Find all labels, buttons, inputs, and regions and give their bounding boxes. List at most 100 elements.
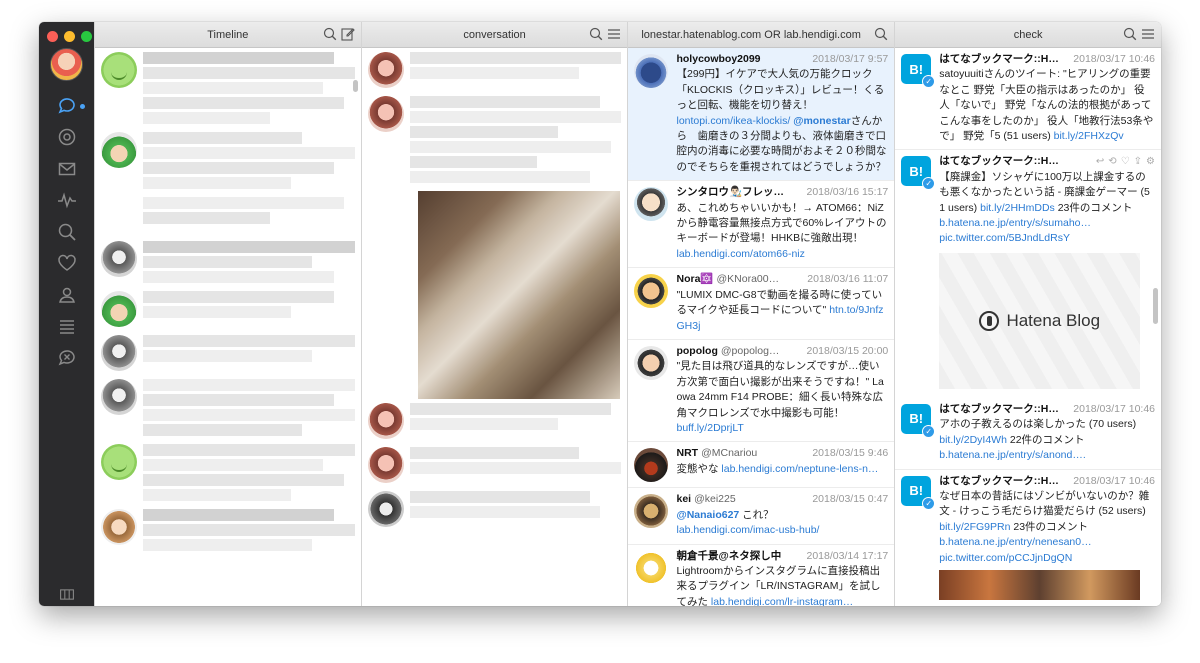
- account-avatar[interactable]: [50, 48, 83, 81]
- search-icon[interactable]: [874, 27, 888, 41]
- avatar[interactable]: [100, 132, 137, 168]
- avatar[interactable]: [634, 345, 669, 380]
- sidebar-item-messages[interactable]: [39, 153, 94, 185]
- tweet-link[interactable]: lab.hendigi.com/neptune-lens-n…: [721, 463, 878, 475]
- avatar[interactable]: [100, 335, 137, 371]
- zoom-button[interactable]: [81, 31, 92, 42]
- list-item[interactable]: [362, 92, 628, 187]
- tweet-link[interactable]: bit.ly/2HHmDDs: [980, 202, 1055, 214]
- attached-photo[interactable]: [939, 569, 1141, 600]
- tweet-time[interactable]: 2018/03/17 10:46: [1073, 474, 1155, 489]
- tweet-time[interactable]: 2018/03/15 20:00: [807, 344, 889, 359]
- tweet-link[interactable]: b.hatena.ne.jp/entry/s/sumaho…: [939, 217, 1091, 229]
- avatar[interactable]: [367, 447, 404, 483]
- tweet-time[interactable]: 2018/03/15 0:47: [812, 492, 888, 507]
- like-icon[interactable]: ♡: [1121, 154, 1130, 169]
- tweet-time[interactable]: 2018/03/14 17:17: [807, 549, 889, 564]
- tweet-author[interactable]: はてなブックマーク::H…: [939, 154, 1059, 169]
- tweet[interactable]: NRT @MCnariou 2018/03/15 9:46 変態やな lab.hen…: [628, 442, 895, 489]
- search-icon[interactable]: [589, 27, 603, 41]
- avatar[interactable]: [100, 291, 137, 327]
- hatena-bookmark-logo[interactable]: B! ✓: [901, 54, 936, 88]
- search-results-list[interactable]: holycowboy2099 2018/03/17 9:57 【299円】イケアで…: [628, 48, 895, 606]
- list-item[interactable]: [95, 193, 361, 237]
- avatar[interactable]: [634, 494, 669, 529]
- avatar[interactable]: [100, 509, 137, 545]
- avatar[interactable]: [100, 379, 137, 415]
- tweet-author[interactable]: holycowboy2099: [676, 52, 760, 67]
- menu-icon[interactable]: [607, 27, 621, 41]
- tweet-time[interactable]: 2018/03/17 9:57: [812, 52, 888, 67]
- tweet-author[interactable]: 朝倉千景@ネタ探し中: [676, 549, 781, 564]
- avatar[interactable]: [100, 241, 137, 277]
- list-item[interactable]: [362, 487, 628, 531]
- tweet-link[interactable]: pic.twitter.com/pCCJjnDgQN: [939, 552, 1072, 564]
- avatar[interactable]: [634, 54, 669, 88]
- list-item[interactable]: [95, 287, 361, 331]
- tweet-mention[interactable]: @Nanaio627: [676, 509, 739, 521]
- tweet[interactable]: Nora🔯 @KNora00… 2018/03/16 11:07 "LUMIX DM…: [628, 268, 895, 340]
- avatar[interactable]: [367, 403, 404, 439]
- avatar[interactable]: [367, 491, 404, 527]
- list-item[interactable]: [362, 399, 628, 443]
- check-list[interactable]: B! ✓ はてなブックマーク::H… 2018/03/17 10:46 satoyu…: [895, 48, 1161, 606]
- sidebar-item-timeline[interactable]: [39, 90, 94, 122]
- reply-icon[interactable]: ↩: [1096, 154, 1104, 169]
- tweet-link[interactable]: lab.hendigi.com/imac-usb-hub/: [676, 524, 819, 536]
- avatar[interactable]: [634, 448, 669, 483]
- list-item[interactable]: [95, 128, 361, 193]
- conversation-list[interactable]: [362, 48, 628, 606]
- tweet[interactable]: B! ✓ はてなブックマーク::H… ↩ ⟲ ♡ ⇪ ⚙ 【廃課金】ソシャゲに100万以上…: [895, 150, 1161, 397]
- hatena-bookmark-logo[interactable]: B! ✓: [901, 403, 936, 438]
- list-item[interactable]: [95, 237, 361, 287]
- minimize-button[interactable]: [64, 31, 75, 42]
- sidebar-item-muted[interactable]: [39, 342, 94, 374]
- search-icon[interactable]: [323, 27, 337, 41]
- tweet[interactable]: B! ✓ はてなブックマーク::H… 2018/03/17 10:46 アホの子教え…: [895, 398, 1161, 470]
- tweet-time[interactable]: 2018/03/17 10:46: [1073, 52, 1155, 67]
- list-item[interactable]: [362, 48, 628, 92]
- tweet-link[interactable]: buff.ly/2DprjLT: [676, 422, 743, 434]
- tweet[interactable]: シンタロウ👨🏻‍🎨フレッ… 2018/03/16 15:17 あ、これめちゃいいか…: [628, 181, 895, 269]
- tweet-link[interactable]: b.hatena.ne.jp/entry/nenesan0…: [939, 536, 1091, 548]
- tweet[interactable]: kei @kei225 2018/03/15 0:47 @Nanaio627 これ？…: [628, 488, 895, 545]
- sidebar-item-mentions[interactable]: [39, 122, 94, 154]
- menu-icon[interactable]: [1141, 27, 1155, 41]
- tweet[interactable]: 朝倉千景@ネタ探し中 2018/03/14 17:17 Lightroomからイン…: [628, 545, 894, 606]
- sidebar-item-lists[interactable]: [39, 311, 94, 343]
- tweet[interactable]: holycowboy2099 2018/03/17 9:57 【299円】イケアで…: [628, 48, 895, 182]
- more-icon[interactable]: ⚙: [1146, 154, 1155, 169]
- tweet-time[interactable]: 2018/03/17 10:46: [1073, 402, 1155, 417]
- avatar[interactable]: [100, 52, 137, 88]
- tweet[interactable]: B! ✓ はてなブックマーク::H… 2018/03/17 10:46 なぜ日本の昔…: [895, 470, 1161, 605]
- avatar[interactable]: [634, 550, 669, 585]
- list-item[interactable]: [362, 443, 628, 487]
- tweet-time[interactable]: 2018/03/16 15:17: [807, 185, 889, 200]
- compose-icon[interactable]: [341, 27, 355, 41]
- sidebar-item-profile[interactable]: [39, 279, 94, 311]
- list-item[interactable]: [95, 440, 361, 505]
- hatena-bookmark-logo[interactable]: B! ✓: [901, 156, 936, 191]
- list-item[interactable]: [95, 331, 361, 375]
- tweet-mention[interactable]: @monestar: [793, 115, 851, 127]
- sidebar-item-search[interactable]: [39, 216, 94, 248]
- list-item[interactable]: [95, 375, 361, 440]
- tweet[interactable]: B! ✓ はてなブックマーク::H… 2018/03/17 10:46 satoyu…: [895, 48, 1161, 151]
- sidebar-item-likes[interactable]: [39, 248, 94, 280]
- columns-toggle-icon[interactable]: [59, 589, 74, 600]
- tweet-link[interactable]: bit.ly/2DyI4Wh: [939, 434, 1007, 446]
- tweet-time[interactable]: 2018/03/16 11:07: [807, 272, 888, 287]
- tweet-time[interactable]: 2018/03/15 9:46: [812, 446, 888, 461]
- avatar[interactable]: [634, 274, 669, 309]
- retweet-icon[interactable]: ⟲: [1108, 154, 1116, 169]
- tweet-link[interactable]: pic.twitter.com/5BJndLdRsY: [939, 232, 1070, 244]
- tweet-author[interactable]: popolog: [676, 344, 717, 359]
- list-item[interactable]: [95, 505, 361, 555]
- tweet-author[interactable]: はてなブックマーク::H…: [939, 474, 1059, 489]
- tweet-link[interactable]: lab.hendigi.com/atom66-niz: [676, 248, 804, 260]
- tweet[interactable]: popolog @popolog… 2018/03/15 20:00 "見た目は飛び…: [628, 340, 895, 443]
- tweet-link[interactable]: bit.ly/2FHXzQv: [1054, 130, 1124, 142]
- tweet-link[interactable]: lontopi.com/ikea-klockis/: [676, 115, 790, 127]
- attached-photo[interactable]: [417, 191, 620, 399]
- list-item[interactable]: [95, 48, 361, 128]
